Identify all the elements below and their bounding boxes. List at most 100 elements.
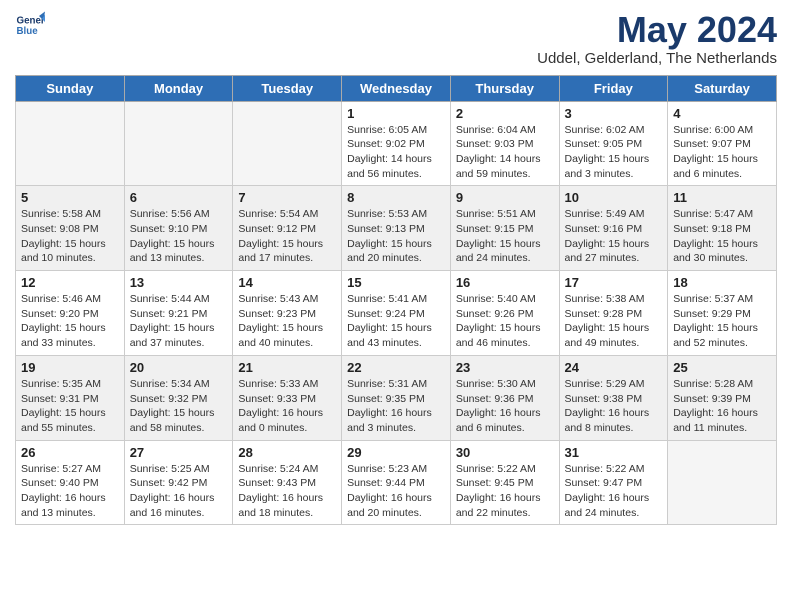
day-info: Sunrise: 6:05 AM Sunset: 9:02 PM Dayligh… <box>347 123 445 182</box>
day-info: Sunrise: 5:29 AM Sunset: 9:38 PM Dayligh… <box>565 377 663 436</box>
day-number: 1 <box>347 106 445 121</box>
day-info: Sunrise: 5:28 AM Sunset: 9:39 PM Dayligh… <box>673 377 771 436</box>
day-info: Sunrise: 5:41 AM Sunset: 9:24 PM Dayligh… <box>347 292 445 351</box>
day-info: Sunrise: 5:31 AM Sunset: 9:35 PM Dayligh… <box>347 377 445 436</box>
calendar-cell: 20 Sunrise: 5:34 AM Sunset: 9:32 PM Dayli… <box>124 355 233 440</box>
day-number: 8 <box>347 190 445 205</box>
calendar-cell: 29 Sunrise: 5:23 AM Sunset: 9:44 PM Dayli… <box>342 440 451 525</box>
day-number: 13 <box>130 275 228 290</box>
calendar-cell: 23Sunrise: 5:30 AM Sunset: 9:36 PM Dayli… <box>450 355 559 440</box>
calendar-cell: 30Sunrise: 5:22 AM Sunset: 9:45 PM Dayli… <box>450 440 559 525</box>
calendar-cell: 31 Sunrise: 5:22 AM Sunset: 9:47 PM Dayli… <box>559 440 668 525</box>
day-info: Sunrise: 5:22 AM Sunset: 9:45 PM Dayligh… <box>456 462 554 521</box>
calendar-cell <box>233 101 342 186</box>
calendar-cell <box>16 101 125 186</box>
day-number: 26 <box>21 445 119 460</box>
day-number: 15 <box>347 275 445 290</box>
month-title: May 2024 <box>537 10 777 50</box>
day-number: 10 <box>565 190 663 205</box>
weekday-header-friday: Friday <box>559 75 668 101</box>
day-number: 17 <box>565 275 663 290</box>
calendar-cell: 27 Sunrise: 5:25 AM Sunset: 9:42 PM Dayli… <box>124 440 233 525</box>
weekday-header-thursday: Thursday <box>450 75 559 101</box>
calendar-week-4: 19 Sunrise: 5:35 AM Sunset: 9:31 PM Dayli… <box>16 355 777 440</box>
header: General Blue May 2024 Uddel, Gelderland,… <box>15 10 777 67</box>
day-info: Sunrise: 5:51 AM Sunset: 9:15 PM Dayligh… <box>456 207 554 266</box>
weekday-header-saturday: Saturday <box>668 75 777 101</box>
calendar-cell <box>668 440 777 525</box>
title-block: May 2024 Uddel, Gelderland, The Netherla… <box>537 10 777 67</box>
day-number: 22 <box>347 360 445 375</box>
day-info: Sunrise: 5:44 AM Sunset: 9:21 PM Dayligh… <box>130 292 228 351</box>
day-info: Sunrise: 5:23 AM Sunset: 9:44 PM Dayligh… <box>347 462 445 521</box>
day-number: 12 <box>21 275 119 290</box>
day-number: 18 <box>673 275 771 290</box>
page-container: General Blue May 2024 Uddel, Gelderland,… <box>0 0 792 535</box>
day-info: Sunrise: 5:56 AM Sunset: 9:10 PM Dayligh… <box>130 207 228 266</box>
calendar-cell: 6 Sunrise: 5:56 AM Sunset: 9:10 PM Daylig… <box>124 186 233 271</box>
day-number: 21 <box>238 360 336 375</box>
calendar-week-2: 5Sunrise: 5:58 AM Sunset: 9:08 PM Daylig… <box>16 186 777 271</box>
weekday-header-sunday: Sunday <box>16 75 125 101</box>
calendar-cell: 25Sunrise: 5:28 AM Sunset: 9:39 PM Dayli… <box>668 355 777 440</box>
day-number: 6 <box>130 190 228 205</box>
day-number: 7 <box>238 190 336 205</box>
day-number: 9 <box>456 190 554 205</box>
calendar-cell: 21 Sunrise: 5:33 AM Sunset: 9:33 PM Dayli… <box>233 355 342 440</box>
calendar-table: SundayMondayTuesdayWednesdayThursdayFrid… <box>15 75 777 526</box>
calendar-cell: 26 Sunrise: 5:27 AM Sunset: 9:40 PM Dayli… <box>16 440 125 525</box>
calendar-cell: 28Sunrise: 5:24 AM Sunset: 9:43 PM Dayli… <box>233 440 342 525</box>
calendar-cell: 5Sunrise: 5:58 AM Sunset: 9:08 PM Daylig… <box>16 186 125 271</box>
svg-text:Blue: Blue <box>17 26 39 37</box>
day-info: Sunrise: 6:02 AM Sunset: 9:05 PM Dayligh… <box>565 123 663 182</box>
day-number: 19 <box>21 360 119 375</box>
day-number: 31 <box>565 445 663 460</box>
calendar-week-3: 12 Sunrise: 5:46 AM Sunset: 9:20 PM Dayli… <box>16 271 777 356</box>
day-number: 20 <box>130 360 228 375</box>
day-info: Sunrise: 5:24 AM Sunset: 9:43 PM Dayligh… <box>238 462 336 521</box>
day-info: Sunrise: 5:47 AM Sunset: 9:18 PM Dayligh… <box>673 207 771 266</box>
day-info: Sunrise: 6:00 AM Sunset: 9:07 PM Dayligh… <box>673 123 771 182</box>
calendar-week-1: 1 Sunrise: 6:05 AM Sunset: 9:02 PM Daylig… <box>16 101 777 186</box>
day-info: Sunrise: 5:34 AM Sunset: 9:32 PM Dayligh… <box>130 377 228 436</box>
day-number: 29 <box>347 445 445 460</box>
day-info: Sunrise: 5:53 AM Sunset: 9:13 PM Dayligh… <box>347 207 445 266</box>
calendar-cell: 8 Sunrise: 5:53 AM Sunset: 9:13 PM Daylig… <box>342 186 451 271</box>
weekday-header-tuesday: Tuesday <box>233 75 342 101</box>
day-info: Sunrise: 5:25 AM Sunset: 9:42 PM Dayligh… <box>130 462 228 521</box>
day-number: 27 <box>130 445 228 460</box>
calendar-week-5: 26 Sunrise: 5:27 AM Sunset: 9:40 PM Dayli… <box>16 440 777 525</box>
calendar-cell: 1 Sunrise: 6:05 AM Sunset: 9:02 PM Daylig… <box>342 101 451 186</box>
calendar-cell <box>124 101 233 186</box>
day-number: 24 <box>565 360 663 375</box>
calendar-cell: 2Sunrise: 6:04 AM Sunset: 9:03 PM Daylig… <box>450 101 559 186</box>
calendar-cell: 22 Sunrise: 5:31 AM Sunset: 9:35 PM Dayli… <box>342 355 451 440</box>
day-info: Sunrise: 5:37 AM Sunset: 9:29 PM Dayligh… <box>673 292 771 351</box>
calendar-cell: 3 Sunrise: 6:02 AM Sunset: 9:05 PM Daylig… <box>559 101 668 186</box>
calendar-cell: 9 Sunrise: 5:51 AM Sunset: 9:15 PM Daylig… <box>450 186 559 271</box>
day-number: 14 <box>238 275 336 290</box>
logo: General Blue <box>15 10 49 40</box>
day-info: Sunrise: 5:43 AM Sunset: 9:23 PM Dayligh… <box>238 292 336 351</box>
day-number: 3 <box>565 106 663 121</box>
day-info: Sunrise: 5:27 AM Sunset: 9:40 PM Dayligh… <box>21 462 119 521</box>
calendar-cell: 13 Sunrise: 5:44 AM Sunset: 9:21 PM Dayli… <box>124 271 233 356</box>
day-info: Sunrise: 5:33 AM Sunset: 9:33 PM Dayligh… <box>238 377 336 436</box>
calendar-cell: 7Sunrise: 5:54 AM Sunset: 9:12 PM Daylig… <box>233 186 342 271</box>
weekday-header-row: SundayMondayTuesdayWednesdayThursdayFrid… <box>16 75 777 101</box>
day-number: 5 <box>21 190 119 205</box>
day-info: Sunrise: 5:40 AM Sunset: 9:26 PM Dayligh… <box>456 292 554 351</box>
logo-icon: General Blue <box>15 10 45 40</box>
day-info: Sunrise: 5:46 AM Sunset: 9:20 PM Dayligh… <box>21 292 119 351</box>
day-number: 11 <box>673 190 771 205</box>
weekday-header-wednesday: Wednesday <box>342 75 451 101</box>
day-info: Sunrise: 5:22 AM Sunset: 9:47 PM Dayligh… <box>565 462 663 521</box>
day-number: 4 <box>673 106 771 121</box>
calendar-cell: 4 Sunrise: 6:00 AM Sunset: 9:07 PM Daylig… <box>668 101 777 186</box>
day-number: 23 <box>456 360 554 375</box>
day-info: Sunrise: 5:35 AM Sunset: 9:31 PM Dayligh… <box>21 377 119 436</box>
day-number: 2 <box>456 106 554 121</box>
calendar-cell: 15 Sunrise: 5:41 AM Sunset: 9:24 PM Dayli… <box>342 271 451 356</box>
day-info: Sunrise: 5:49 AM Sunset: 9:16 PM Dayligh… <box>565 207 663 266</box>
location: Uddel, Gelderland, The Netherlands <box>537 50 777 67</box>
